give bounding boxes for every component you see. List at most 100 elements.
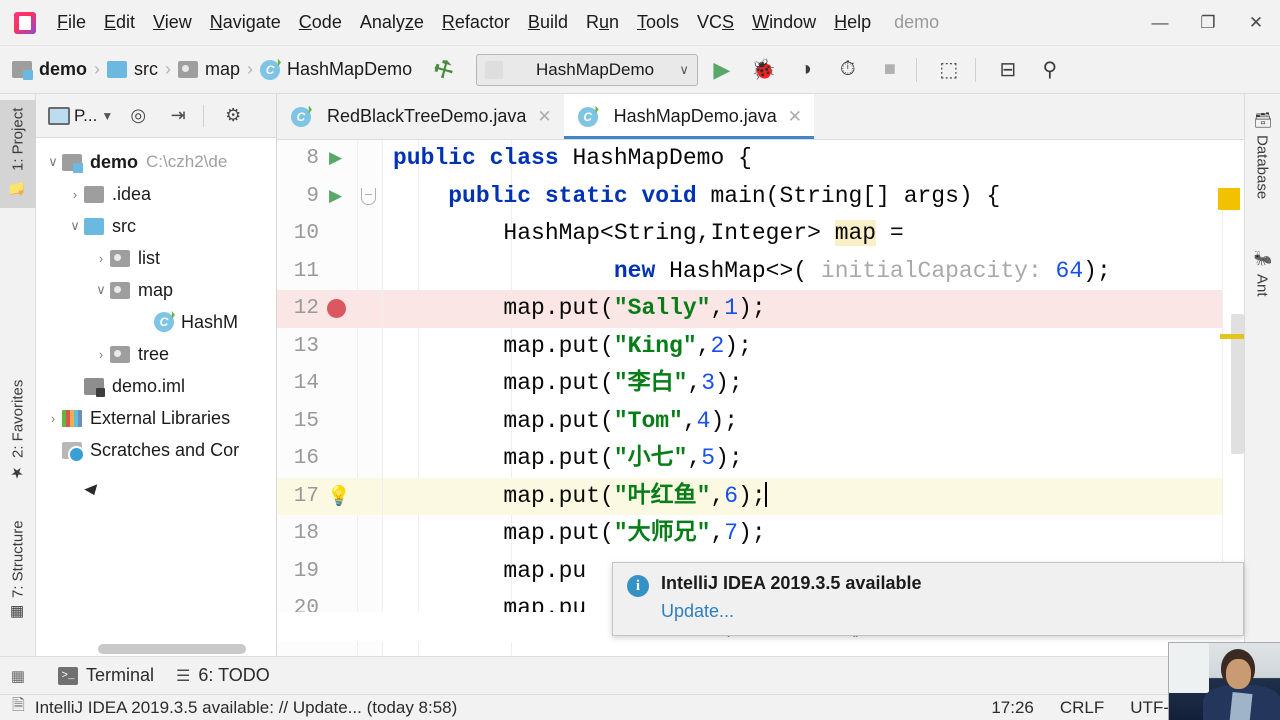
menu-edit[interactable]: Edit	[95, 10, 144, 35]
code-row: map.put("Tom",4);	[383, 403, 1244, 441]
minimize-icon[interactable]: —	[1136, 0, 1184, 46]
menu-file[interactable]: File	[48, 10, 95, 35]
hammer-icon[interactable]: ⚒	[429, 53, 459, 85]
run-button[interactable]: ▶	[704, 52, 740, 88]
menu-tools[interactable]: Tools	[628, 10, 688, 35]
line-number: 10	[293, 222, 319, 246]
menu-code[interactable]: Code	[290, 10, 351, 35]
sidebar-item-label: 2: Favorites	[9, 380, 27, 459]
run-marker-icon[interactable]: ▶	[329, 186, 342, 207]
gutter-row: 11	[277, 253, 382, 291]
bottom-item-todo[interactable]: ☰ 6: TODO	[176, 665, 270, 686]
select-opened-file-button[interactable]: ◎	[123, 101, 153, 131]
line-number: 16	[293, 447, 319, 471]
close-icon[interactable]: ✕	[1232, 0, 1280, 46]
chevron-right-icon[interactable]: ›	[92, 251, 110, 266]
menu-analyze[interactable]: Analyze	[351, 10, 433, 35]
menu-refactor[interactable]: Refactor	[433, 10, 519, 35]
line-separator[interactable]: CRLF	[1060, 698, 1104, 718]
warning-marker[interactable]	[1218, 188, 1240, 210]
breadcrumb-item-src[interactable]: src	[107, 59, 158, 80]
java-class-icon: C	[291, 106, 311, 127]
tree-item-scratches[interactable]: Scratches and Cor	[36, 434, 276, 466]
code-line-11: new HashMap<>( initialCapacity: 64);	[613, 257, 1111, 284]
menu-view[interactable]: View	[144, 10, 201, 35]
tree-item-demo[interactable]: ∨ demo C:\czh2\de	[36, 146, 276, 178]
breadcrumb-label: map	[205, 59, 241, 79]
notification-balloon[interactable]: i IntelliJ IDEA 2019.3.5 available Updat…	[612, 562, 1244, 636]
project-structure-button[interactable]: ⬚	[931, 52, 967, 88]
menu-build[interactable]: Build	[519, 10, 577, 35]
tree-item-idea[interactable]: › .idea	[36, 178, 276, 210]
breadcrumb-item-demo[interactable]: demo	[12, 59, 87, 80]
sidebar-item-label: 1: Project	[9, 108, 27, 172]
settings-gear-button[interactable]: ⚙	[218, 101, 248, 131]
maximize-icon[interactable]: ❐	[1184, 0, 1232, 46]
search-everywhere-button[interactable]: ⚲	[1032, 52, 1068, 88]
breakpoint-icon[interactable]	[327, 299, 346, 319]
collapse-all-button[interactable]: ⇥	[163, 101, 193, 131]
project-panel-horizontal-scrollbar[interactable]	[98, 644, 246, 654]
profile-button[interactable]: ⏱	[830, 52, 866, 88]
close-icon[interactable]: ✕	[788, 107, 802, 127]
run-marker-icon[interactable]: ▶	[329, 148, 342, 169]
run-configuration-selector[interactable]: HashMapDemo ∨	[475, 53, 698, 86]
menu-run[interactable]: Run	[577, 10, 628, 35]
status-message[interactable]: IntelliJ IDEA 2019.3.5 available: // Upd…	[35, 698, 457, 718]
breadcrumb-item-map[interactable]: map	[178, 59, 240, 80]
code-row: map.put("李白",3);	[383, 365, 1244, 403]
sidebar-item-project[interactable]: 📁 1: Project	[0, 100, 36, 208]
tree-item-hashmapdemo[interactable]: C HashM	[36, 306, 276, 338]
tree-item-tree[interactable]: › tree	[36, 338, 276, 370]
sidebar-item-structure[interactable]: ▦ 7: Structure	[0, 512, 36, 640]
chevron-right-icon[interactable]: ›	[92, 347, 110, 362]
sidebar-item-ant[interactable]: 🐜 Ant	[1244, 242, 1280, 314]
person-shirt	[1229, 692, 1253, 720]
sidebar-item-label: Database	[1253, 135, 1271, 200]
sidebar-item-favorites[interactable]: ★ 2: Favorites	[0, 372, 36, 500]
tree-item-label: Scratches and Cor	[90, 439, 240, 460]
bottom-item-terminal[interactable]: >_ Terminal	[58, 665, 154, 686]
chevron-right-icon[interactable]: ›	[44, 411, 62, 426]
close-icon[interactable]: ✕	[537, 107, 551, 127]
editor-tab-bar: C RedBlackTreeDemo.java ✕ C HashMapDemo.…	[277, 94, 1244, 140]
notification-update-link[interactable]: Update...	[661, 601, 1229, 622]
code-fold-icon[interactable]	[361, 187, 376, 205]
structure-icon[interactable]: ▦	[0, 667, 36, 685]
warning-marker[interactable]	[1220, 334, 1244, 339]
debug-button[interactable]: 🐞	[746, 52, 782, 88]
gutter-row: 15	[277, 403, 382, 441]
sidebar-item-database[interactable]: 🗃 Database	[1244, 102, 1280, 218]
editor-gutter[interactable]: 8 ▶ 9 ▶ 10 11 12 13 14 15 16 17 💡 18 19 20	[277, 140, 383, 656]
run-with-coverage-button[interactable]: ◑	[788, 52, 824, 88]
menu-vcs[interactable]: VCS	[688, 10, 743, 35]
menu-help[interactable]: Help	[825, 10, 880, 35]
stop-button[interactable]: ■	[872, 52, 908, 88]
chevron-down-icon[interactable]: ∨	[44, 154, 62, 170]
project-tool-window: P... ▼ ◎ ⇥ ⚙ ∨ demo C:\czh2\de › .idea ∨	[36, 94, 277, 656]
star-icon: ★	[9, 464, 26, 483]
menu-window[interactable]: Window	[743, 10, 825, 35]
code-line-10: HashMap<String,Integer> map =	[503, 220, 904, 246]
message-icon[interactable]: 🗎	[12, 694, 25, 720]
intention-bulb-icon[interactable]: 💡	[327, 484, 351, 508]
tree-item-label: demo	[90, 151, 139, 172]
chevron-down-icon[interactable]: ∨	[92, 282, 110, 298]
menu-navigate[interactable]: Navigate	[201, 10, 290, 35]
tab-hashmapdemo[interactable]: C HashMapDemo.java ✕	[563, 94, 815, 139]
tree-item-src[interactable]: ∨ src	[36, 210, 276, 242]
tree-item-list[interactable]: › list	[36, 242, 276, 274]
chevron-down-icon[interactable]: ∨	[66, 218, 84, 234]
status-bar: 🗎 IntelliJ IDEA 2019.3.5 available: // U…	[0, 694, 1280, 720]
tree-item-label: demo.iml	[112, 375, 186, 396]
caret-position[interactable]: 17:26	[991, 698, 1034, 718]
code-line-12: map.put("Sally",1);	[503, 295, 766, 321]
breadcrumb-item-hashmapdemo[interactable]: C HashMapDemo	[260, 59, 412, 80]
tree-item-map[interactable]: ∨ map	[36, 274, 276, 306]
tree-item-external-libraries[interactable]: › External Libraries	[36, 402, 276, 434]
tab-redblacktreedemo[interactable]: C RedBlackTreeDemo.java ✕	[277, 94, 564, 139]
chevron-right-icon[interactable]: ›	[66, 187, 84, 202]
tree-item-demo-iml[interactable]: demo.iml	[36, 370, 276, 402]
project-panel-title[interactable]: P... ▼	[48, 106, 113, 126]
settings-sync-button[interactable]: ⊟	[990, 52, 1026, 88]
